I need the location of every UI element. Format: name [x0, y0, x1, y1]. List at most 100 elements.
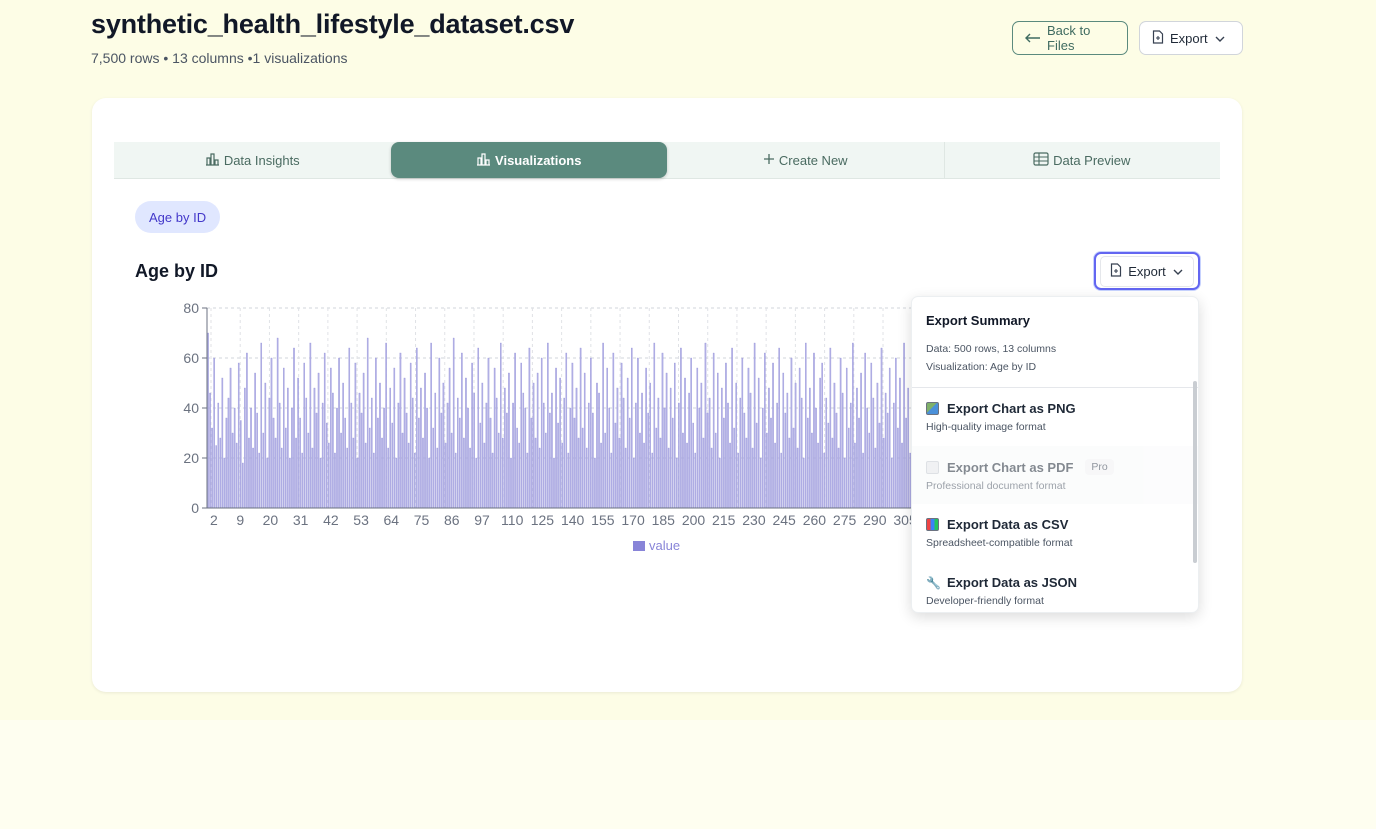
export-button-header[interactable]: Export: [1139, 21, 1243, 55]
bar-chart-icon: [205, 152, 220, 169]
bar: [829, 347, 832, 509]
back-to-files-button[interactable]: Back to Files: [1012, 21, 1128, 55]
bar: [645, 367, 647, 509]
bar: [235, 442, 238, 509]
bar: [227, 397, 230, 509]
bar: [465, 377, 467, 509]
bar: [764, 352, 766, 509]
bar: [350, 402, 353, 509]
x-tick-label: 2: [210, 512, 218, 528]
bar: [285, 427, 287, 509]
bar: [317, 372, 320, 509]
bar: [716, 372, 719, 509]
export-chart-png-item[interactable]: Export Chart as PNG High-quality image f…: [912, 388, 1198, 446]
bar: [217, 402, 220, 509]
bar: [211, 427, 213, 509]
bar: [581, 427, 584, 509]
bar: [571, 362, 574, 509]
tab-data-insights[interactable]: Data Insights: [114, 142, 391, 178]
bar: [882, 437, 885, 509]
bar: [256, 412, 258, 509]
bar: [637, 357, 639, 509]
bar: [768, 387, 770, 509]
bar: [207, 332, 209, 509]
bar: [489, 417, 492, 509]
bar: [674, 362, 676, 509]
bar: [375, 357, 377, 509]
y-tick-label: 80: [183, 300, 199, 316]
bar: [624, 447, 627, 509]
bar: [739, 397, 742, 509]
bar: [819, 377, 821, 509]
bar: [755, 422, 758, 509]
arrow-left-icon: [1025, 31, 1041, 46]
bar: [240, 420, 242, 509]
plus-icon: [763, 153, 775, 168]
bar: [444, 442, 447, 509]
bar: [759, 457, 762, 509]
x-tick-label: 86: [444, 512, 460, 528]
bar: [608, 407, 611, 509]
bar: [669, 387, 672, 509]
export-button-visualization[interactable]: Export: [1094, 252, 1200, 290]
visualization-chip[interactable]: Age by ID: [135, 201, 221, 233]
bar: [244, 387, 246, 509]
bar: [710, 447, 713, 509]
bar: [704, 342, 707, 509]
tab-create-new[interactable]: Create New: [667, 142, 944, 178]
bar: [422, 437, 424, 509]
bar: [280, 447, 283, 509]
bar: [442, 382, 445, 509]
bar: [667, 447, 670, 509]
bar: [737, 452, 739, 509]
bar: [727, 402, 729, 509]
tab-visualizations[interactable]: Visualizations: [390, 142, 667, 178]
bar: [573, 417, 576, 509]
export-label: Export: [1128, 263, 1166, 279]
bar: [633, 457, 635, 509]
bar: [583, 372, 586, 509]
bar: [860, 372, 862, 509]
bar: [907, 387, 909, 509]
bar: [884, 392, 887, 509]
menu-item-description: Spreadsheet-compatible format: [926, 537, 1073, 549]
bar: [530, 417, 533, 509]
bar: [549, 412, 551, 509]
bar: [289, 457, 291, 509]
bar: [811, 432, 813, 509]
menu-item-label: Export Data as JSON: [947, 575, 1078, 590]
wrench-icon: 🔧: [926, 575, 941, 590]
tab-data-preview[interactable]: Data Preview: [943, 142, 1221, 178]
bar: [696, 367, 699, 509]
legend-swatch: [633, 541, 645, 551]
export-data-csv-item[interactable]: Export Data as CSV Spreadsheet-compatibl…: [912, 504, 1198, 562]
x-tick-label: 185: [652, 512, 676, 528]
tab-label: Data Insights: [223, 152, 300, 168]
tab-bar: Data Insights Visualizations Create New …: [114, 142, 1220, 179]
bar: [528, 347, 531, 509]
bar: [233, 407, 236, 509]
dropdown-scrollbar[interactable]: [1193, 381, 1197, 563]
bar: [817, 442, 819, 509]
bar: [426, 407, 428, 509]
bar: [790, 357, 793, 509]
bar: [538, 447, 541, 509]
bar: [735, 382, 737, 509]
back-to-files-label: Back to Files: [1047, 23, 1091, 53]
export-data-json-item[interactable]: 🔧 Export Data as JSON Developer-friendly…: [912, 562, 1198, 612]
x-tick-label: 125: [531, 512, 555, 528]
bar: [874, 447, 877, 509]
page-title: synthetic_health_lifestyle_dataset.csv: [91, 9, 575, 39]
bar: [346, 447, 348, 509]
bar: [872, 397, 875, 509]
bar: [880, 347, 883, 509]
bar: [899, 377, 901, 509]
bar: [319, 457, 322, 509]
bar: [354, 362, 357, 509]
bar: [805, 342, 807, 509]
bar: [381, 437, 383, 509]
bar: [835, 412, 838, 509]
bar: [743, 412, 746, 509]
bar: [766, 432, 768, 509]
x-tick-label: 140: [561, 512, 585, 528]
